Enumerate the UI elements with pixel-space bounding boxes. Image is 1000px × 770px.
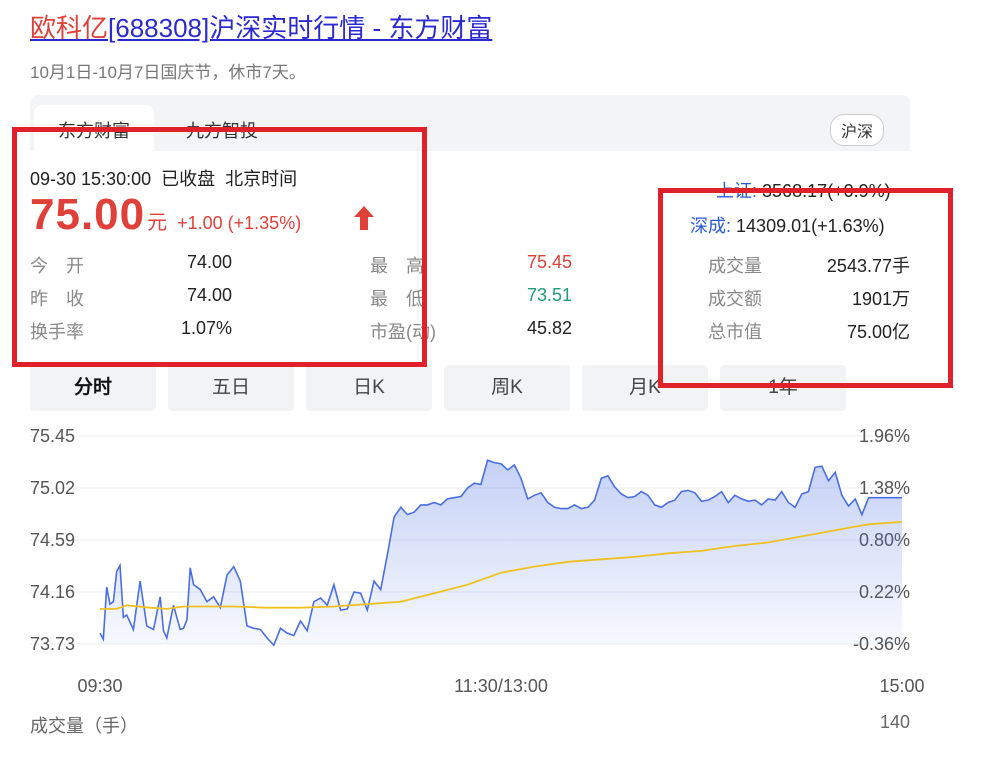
low-value: 73.51 — [526, 285, 572, 305]
volume-label: 成交量 — [708, 256, 762, 276]
y-tick-label-right: 1.96% — [859, 426, 910, 446]
tab-eastmoney[interactable]: 东方财富 — [34, 105, 154, 151]
y-tick-label-left: 74.59 — [30, 530, 75, 550]
quote-timestamp: 09-30 15:30:00 已收盘 北京时间 — [30, 165, 307, 191]
prev-close-label: 昨 收 — [30, 289, 84, 309]
price-row: 75.00 元 +1.00 (+1.35%) — [30, 190, 374, 240]
turnover-rate-label: 换手率 — [30, 322, 84, 342]
high-value: 75.45 — [526, 252, 572, 272]
index-shanghai[interactable]: 上证: 3568.17(+0.9%) — [716, 177, 891, 203]
amount-label: 成交额 — [708, 289, 762, 309]
index-name[interactable]: 深成: — [690, 216, 731, 236]
stock-name[interactable]: 欧科亿 — [30, 13, 108, 43]
low-label: 最 低 — [370, 289, 424, 309]
index-shenzhen[interactable]: 深成: 14309.01(+1.63%) — [690, 212, 885, 238]
time-zone: 北京时间 — [225, 169, 298, 189]
mktcap-value: 75.00亿 — [846, 322, 910, 342]
pe-label: 市盈(动) — [370, 322, 436, 342]
index-value: 14309.01(+1.63%) — [736, 216, 885, 236]
price-change: +1.00 (+1.35%) — [177, 213, 302, 233]
mktcap-label: 总市值 — [708, 322, 762, 342]
volume-axis-max: 140 — [879, 712, 910, 732]
open-value: 74.00 — [186, 252, 232, 272]
y-tick-label-left: 73.73 — [30, 634, 75, 654]
y-tick-label-right: 1.38% — [859, 478, 910, 498]
source-tabs-bar: 东方财富 九方智投 沪深 — [30, 95, 910, 151]
open-label: 今 开 — [30, 256, 84, 276]
amount-value: 1901万 — [851, 289, 910, 309]
prev-close-value: 74.00 — [186, 285, 232, 305]
period-tab-weekly[interactable]: 周K — [444, 365, 570, 411]
index-name[interactable]: 上证: — [716, 181, 757, 201]
index-value: 3568.17(+0.9%) — [762, 181, 891, 201]
market-pill[interactable]: 沪深 — [829, 114, 884, 146]
period-tab-1year[interactable]: 1年 — [720, 365, 846, 411]
turnover-rate-value: 1.07% — [180, 318, 232, 338]
tab-jiufang[interactable]: 九方智投 — [162, 105, 282, 151]
y-tick-label-left: 75.45 — [30, 426, 75, 446]
market-status: 已收盘 — [161, 169, 216, 189]
pe-value: 45.82 — [526, 318, 572, 338]
holiday-notice: 10月1日-10月7日国庆节，休市7天。 — [30, 63, 306, 82]
x-tick-label: 11:30/13:00 — [454, 676, 548, 696]
price-unit: 元 — [147, 212, 168, 234]
period-tab-monthly[interactable]: 月K — [582, 365, 708, 411]
period-tab-daily[interactable]: 日K — [306, 365, 432, 411]
x-tick-label: 15:00 — [879, 676, 924, 696]
current-price: 75.00 — [30, 190, 146, 239]
period-tab-intraday[interactable]: 分时 — [30, 365, 156, 411]
high-label: 最 高 — [370, 256, 424, 276]
title-rest[interactable]: [688308]沪深实时行情 - 东方财富 — [108, 13, 492, 43]
intraday-chart[interactable]: 75.451.96%75.021.38%74.590.80%74.160.22%… — [0, 418, 1000, 710]
x-tick-label: 09:30 — [77, 676, 122, 696]
period-tab-5day[interactable]: 五日 — [168, 365, 294, 411]
volume-value: 2543.77手 — [826, 256, 910, 276]
quote-time: 09-30 15:30:00 — [30, 169, 152, 189]
y-tick-label-left: 74.16 — [30, 582, 75, 602]
page-title[interactable]: 欧科亿[688308]沪深实时行情 - 东方财富 — [30, 8, 492, 45]
up-arrow-icon — [354, 206, 374, 230]
volume-axis-label: 成交量（手） — [30, 716, 138, 736]
y-tick-label-left: 75.02 — [30, 478, 75, 498]
